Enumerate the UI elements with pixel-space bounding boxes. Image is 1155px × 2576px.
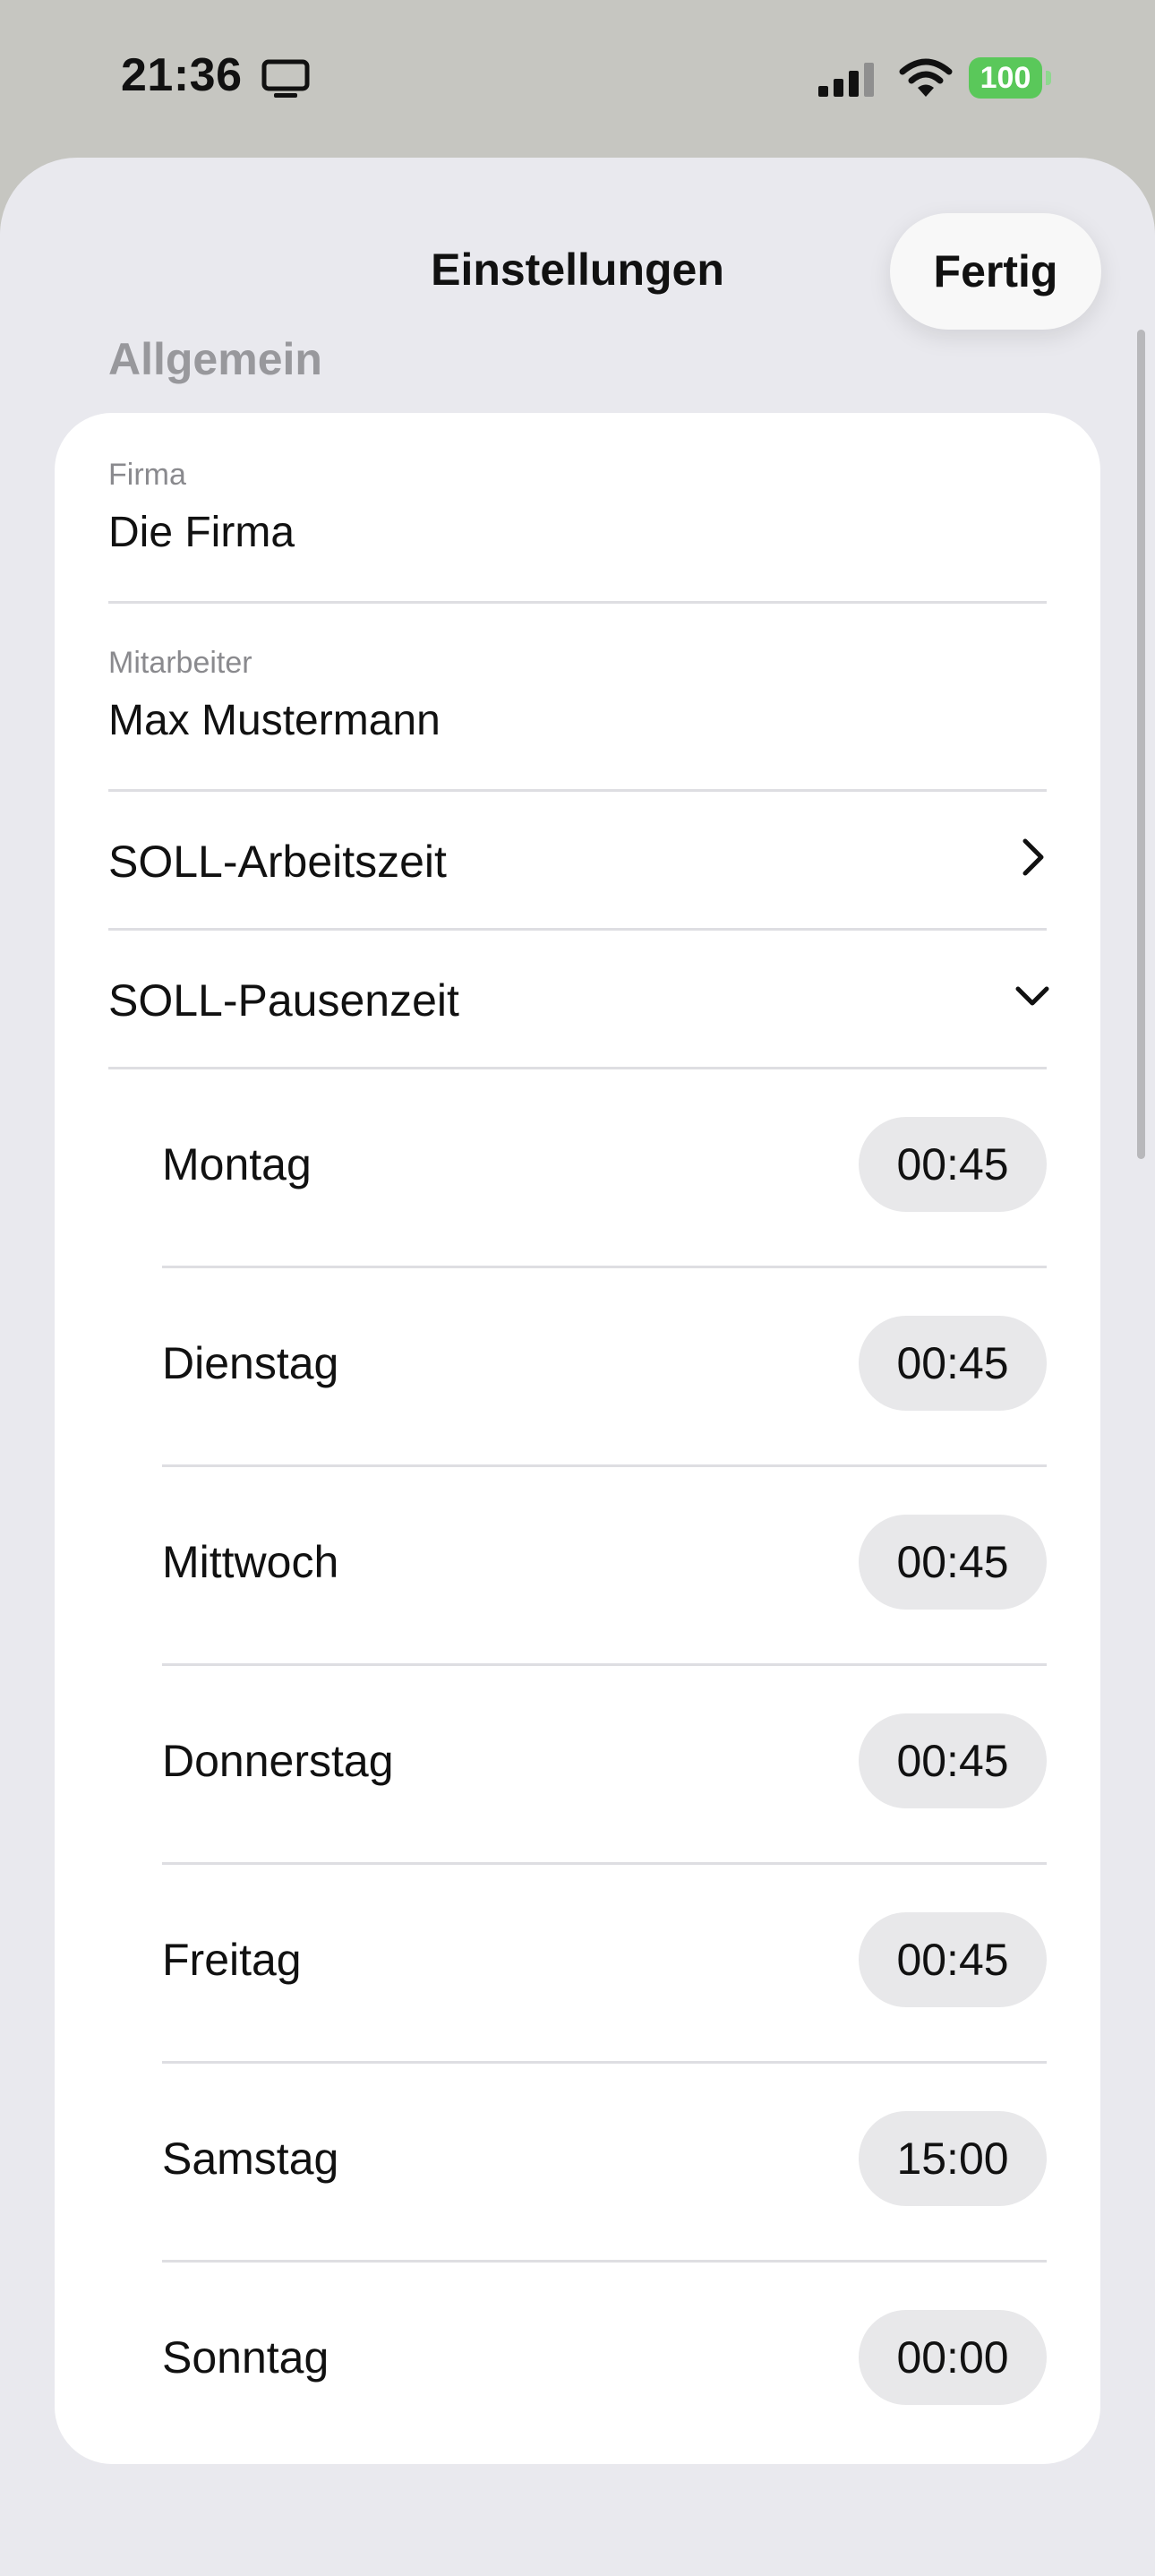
status-time: 21:36 [121,49,243,101]
day-label: Samstag [162,2134,339,2184]
scrollbar[interactable] [1137,330,1145,1159]
day-label: Freitag [162,1935,302,1985]
day-label: Dienstag [162,1338,339,1388]
day-row-friday[interactable]: Freitag 00:45 [162,1862,1047,2064]
done-button[interactable]: Fertig [890,213,1101,330]
company-field-value[interactable]: Die Firma [108,508,295,557]
status-bar: 21:36 100 [0,0,1155,158]
chevron-right-icon [1022,838,1044,876]
settings-sheet: Einstellungen Fertig Allgemein Firma Die… [0,158,1155,2576]
time-picker-button[interactable]: 00:45 [859,1713,1047,1808]
time-picker-button[interactable]: 15:00 [859,2111,1047,2206]
battery-level: 100 [969,57,1042,99]
company-field-caption: Firma [108,458,186,492]
company-field[interactable]: Firma Die Firma [108,413,1047,604]
screen-mirroring-icon [261,59,310,98]
work-time-label: SOLL-Arbeitszeit [108,837,447,887]
day-row-monday[interactable]: Montag 00:45 [162,1067,1047,1268]
day-row-thursday[interactable]: Donnerstag 00:45 [162,1663,1047,1865]
chevron-down-icon [1015,986,1049,1006]
battery-icon: 100 [969,57,1051,99]
day-label: Mittwoch [162,1537,339,1587]
employee-field-value[interactable]: Max Mustermann [108,696,441,745]
break-time-label: SOLL-Pausenzeit [108,975,459,1026]
time-picker-button[interactable]: 00:00 [859,2310,1047,2405]
time-picker-button[interactable]: 00:45 [859,1316,1047,1411]
time-picker-button[interactable]: 00:45 [859,1912,1047,2007]
day-row-wednesday[interactable]: Mittwoch 00:45 [162,1464,1047,1666]
day-row-saturday[interactable]: Samstag 15:00 [162,2061,1047,2263]
employee-field[interactable]: Mitarbeiter Max Mustermann [108,601,1047,792]
wifi-icon [899,58,953,97]
employee-field-caption: Mitarbeiter [108,646,252,680]
day-row-tuesday[interactable]: Dienstag 00:45 [162,1266,1047,1467]
time-picker-button[interactable]: 00:45 [859,1515,1047,1610]
day-label: Montag [162,1139,312,1189]
battery-cap [1046,71,1051,85]
break-time-row[interactable]: SOLL-Pausenzeit [108,928,1049,1069]
time-picker-button[interactable]: 00:45 [859,1117,1047,1212]
day-label: Donnerstag [162,1736,394,1786]
day-label: Sonntag [162,2332,329,2383]
section-header-general: Allgemein [108,334,322,384]
cellular-signal-icon [818,63,874,97]
settings-card: Firma Die Firma Mitarbeiter Max Musterma… [55,413,1100,2464]
day-row-sunday[interactable]: Sonntag 00:00 [162,2260,1047,2459]
work-time-row[interactable]: SOLL-Arbeitszeit [108,789,1047,931]
